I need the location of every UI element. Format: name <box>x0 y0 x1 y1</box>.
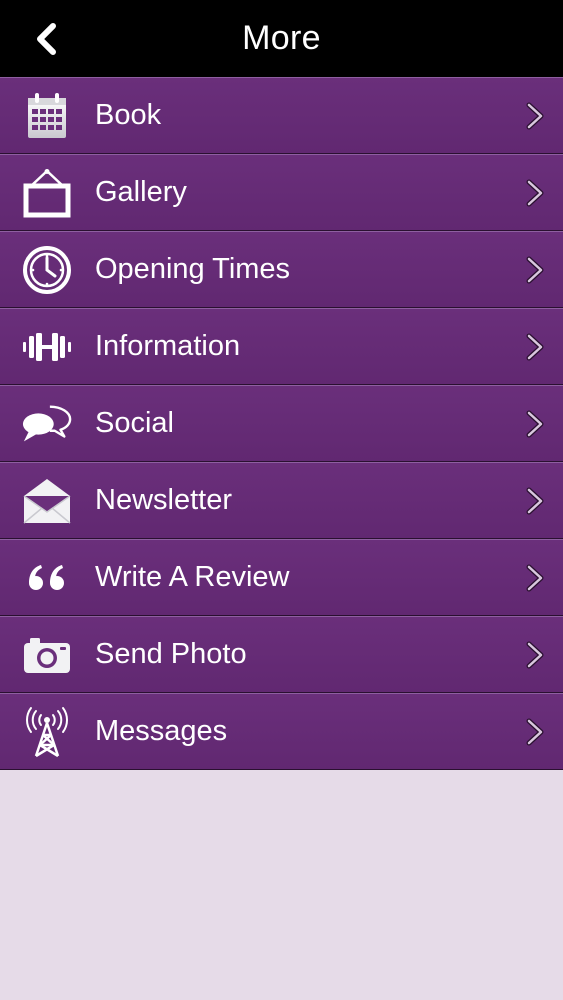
menu-item-label: Gallery <box>95 176 187 208</box>
menu-item-label: Information <box>95 330 241 362</box>
page-title: More <box>242 19 321 57</box>
menu-item-gallery[interactable]: Gallery <box>0 154 563 231</box>
chevron-right-icon <box>526 487 544 514</box>
picture-frame-icon <box>21 167 73 219</box>
menu-item-newsletter[interactable]: Newsletter <box>0 462 563 539</box>
chevron-right-icon <box>526 410 544 437</box>
menu-item-information[interactable]: Information <box>0 308 563 385</box>
menu-item-book[interactable]: Book <box>0 77 563 154</box>
chevron-right-icon <box>526 179 544 206</box>
menu-item-label: Social <box>95 407 174 439</box>
quote-icon <box>21 552 73 604</box>
menu-item-messages[interactable]: Messages <box>0 693 563 770</box>
calendar-icon <box>21 90 73 142</box>
menu-item-opening-times[interactable]: Opening Times <box>0 231 563 308</box>
chevron-right-icon <box>526 102 544 129</box>
back-button[interactable] <box>30 22 62 56</box>
broadcast-tower-icon <box>21 706 73 758</box>
chevron-right-icon <box>526 256 544 283</box>
menu-item-label: Messages <box>95 715 228 747</box>
menu-item-send-photo[interactable]: Send Photo <box>0 616 563 693</box>
clock-icon <box>21 244 73 296</box>
menu-item-social[interactable]: Social <box>0 385 563 462</box>
menu-list: Book Gallery Opening Times Information S… <box>0 77 563 770</box>
menu-item-label: Write A Review <box>95 561 290 593</box>
envelope-icon <box>21 475 73 527</box>
menu-item-label: Send Photo <box>95 638 247 670</box>
menu-item-label: Newsletter <box>95 484 232 516</box>
camera-icon <box>21 629 73 681</box>
chevron-right-icon <box>526 641 544 668</box>
chevron-right-icon <box>526 564 544 591</box>
chevron-right-icon <box>526 333 544 360</box>
menu-item-label: Book <box>95 99 162 131</box>
dumbbell-icon <box>21 321 73 373</box>
top-bar: More <box>0 0 563 77</box>
chevron-left-icon <box>37 23 56 55</box>
menu-item-label: Opening Times <box>95 253 291 285</box>
menu-item-write-a-review[interactable]: Write A Review <box>0 539 563 616</box>
speech-bubbles-icon <box>21 398 73 450</box>
chevron-right-icon <box>526 718 544 745</box>
